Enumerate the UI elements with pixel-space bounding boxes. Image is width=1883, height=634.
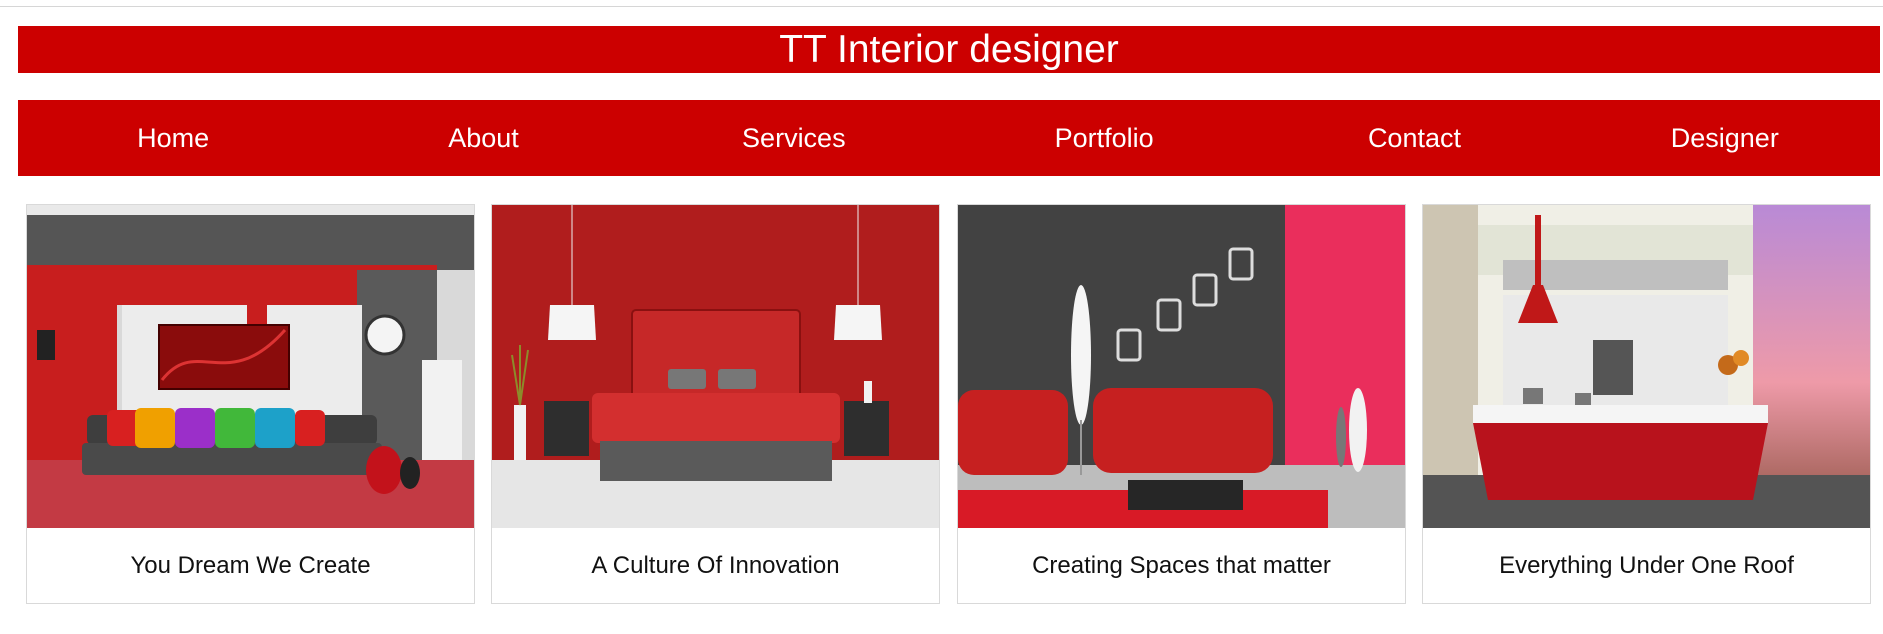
- nav-item-services[interactable]: Services: [639, 100, 949, 176]
- top-divider: [0, 6, 1883, 7]
- card-everything-under-one-roof[interactable]: Everything Under One Roof: [1422, 204, 1871, 604]
- nav-item-portfolio[interactable]: Portfolio: [949, 100, 1259, 176]
- card-caption: Creating Spaces that matter: [1032, 552, 1331, 579]
- portfolio-cards: You Dream We Create A Culture Of Innovat…: [26, 204, 1872, 604]
- nav-item-home[interactable]: Home: [18, 100, 328, 176]
- nav-item-about[interactable]: About: [328, 100, 638, 176]
- card-creating-spaces-that-matter[interactable]: Creating Spaces that matter: [957, 204, 1406, 604]
- card-a-culture-of-innovation[interactable]: A Culture Of Innovation: [491, 204, 940, 604]
- living-room-image: [27, 205, 474, 528]
- main-navigation: Home About Services Portfolio Contact De…: [18, 100, 1880, 176]
- lounge-image: [958, 205, 1405, 528]
- card-you-dream-we-create[interactable]: You Dream We Create: [26, 204, 475, 604]
- card-caption: Everything Under One Roof: [1499, 552, 1794, 579]
- nav-item-contact[interactable]: Contact: [1259, 100, 1569, 176]
- card-caption: You Dream We Create: [130, 552, 371, 579]
- site-title: TT Interior designer: [779, 28, 1119, 71]
- kitchen-image: [1423, 205, 1870, 528]
- site-header: TT Interior designer: [18, 26, 1880, 73]
- bedroom-image: [492, 205, 939, 528]
- card-caption: A Culture Of Innovation: [591, 552, 840, 579]
- nav-item-designer[interactable]: Designer: [1570, 100, 1880, 176]
